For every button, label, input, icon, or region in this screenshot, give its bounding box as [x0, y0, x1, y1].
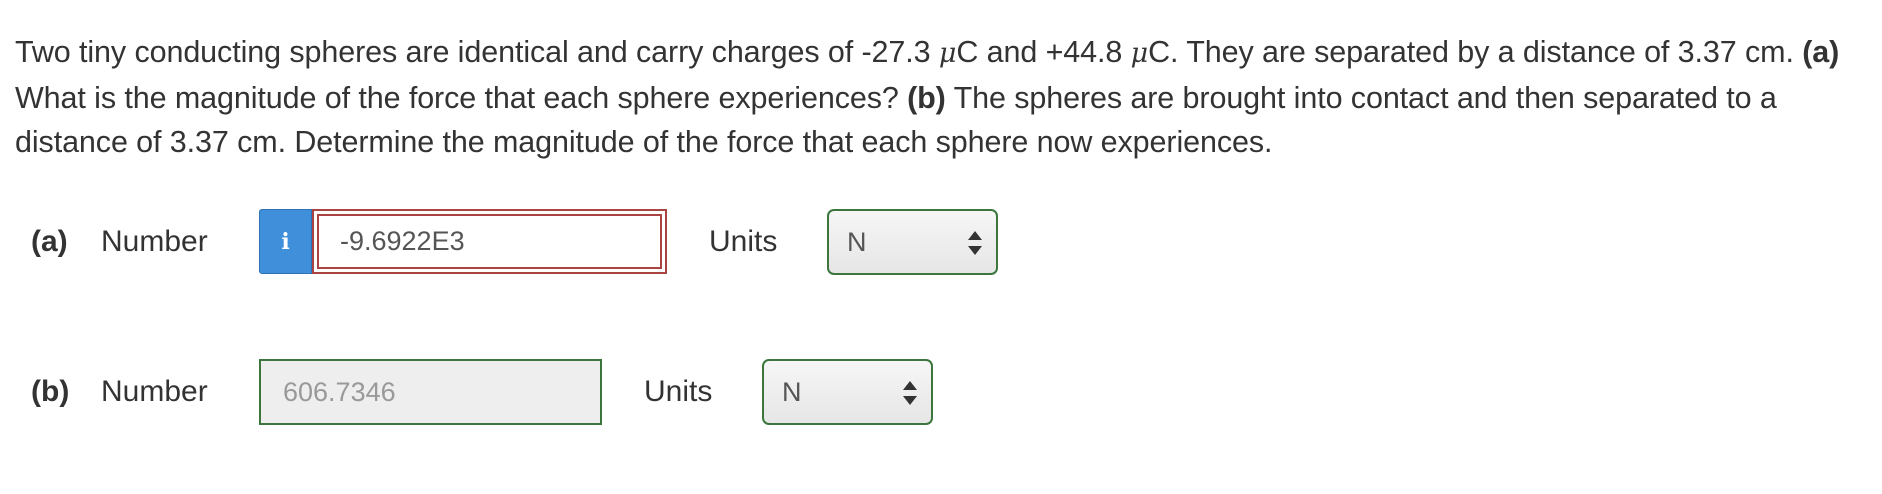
answer-row-a: (a) Number i -9.6922E3 Units N [0, 209, 1882, 279]
question-segment-2: C and +44.8 [956, 35, 1131, 69]
units-label-b: Units [644, 375, 713, 408]
part-a-marker: (a) [1802, 35, 1840, 69]
mu-symbol: μ [1130, 38, 1149, 69]
select-arrows-icon [903, 381, 917, 405]
part-label-b: (b) [31, 375, 70, 408]
number-input-a-value: -9.6922E3 [340, 226, 465, 256]
units-select-a-value: N [847, 226, 867, 257]
answer-row-b: (b) Number 606.7346 Units N [0, 359, 1882, 429]
info-button[interactable]: i [259, 209, 312, 274]
part-label-a: (a) [31, 225, 68, 258]
question-segment-4: What is the magnitude of the force that … [15, 81, 908, 115]
part-b-marker: (b) [907, 81, 946, 115]
units-select-b[interactable]: N [762, 359, 933, 425]
number-input-b[interactable]: 606.7346 [259, 359, 602, 425]
question-segment-3: C. They are separated by a distance of 3… [1148, 35, 1803, 69]
units-select-a[interactable]: N [827, 209, 998, 275]
units-label-a: Units [709, 225, 778, 258]
select-arrows-icon [968, 231, 982, 255]
units-select-b-value: N [782, 376, 802, 407]
question-text: Two tiny conducting spheres are identica… [15, 30, 1865, 164]
number-label-a: Number [101, 225, 208, 258]
number-input-a[interactable]: -9.6922E3 [312, 209, 667, 274]
number-label-b: Number [101, 375, 208, 408]
number-input-b-value: 606.7346 [283, 376, 396, 407]
info-icon: i [281, 228, 290, 255]
question-segment-1: Two tiny conducting spheres are identica… [15, 35, 939, 69]
mu-symbol: μ [938, 38, 957, 69]
